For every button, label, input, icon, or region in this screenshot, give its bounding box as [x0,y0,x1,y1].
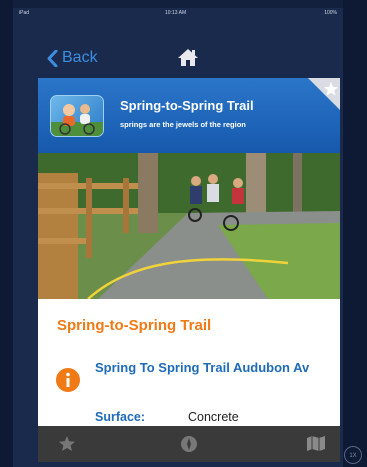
status-time: 10:13 AM [165,10,187,16]
navigation-bar: Back [13,36,343,80]
favorite-button[interactable] [308,78,340,110]
header-subtitle: springs are the jewels of the region [120,120,246,129]
status-bar: iPad 10:13 AM 100% [13,8,343,20]
status-carrier: iPad [19,10,30,16]
home-icon [178,49,198,66]
trail-card: Spring-to-Spring Trail springs are the j… [38,78,340,426]
zoom-badge[interactable]: 1X [344,446,362,464]
back-button[interactable]: Back [47,49,98,67]
map-icon [307,436,325,451]
trail-header: Spring-to-Spring Trail springs are the j… [38,78,340,153]
device-bezel-left [0,0,13,467]
trail-details: Spring-to-Spring Trail Spring To Spring … [38,299,340,426]
back-chevron-icon [47,49,58,67]
tab-bar [38,426,340,462]
trail-photo [38,153,340,299]
status-battery: 100% [324,10,337,16]
star-icon [308,78,340,110]
surface-label: Surface: [95,410,146,424]
header-title: Spring-to-Spring Trail [120,98,254,113]
star-icon [59,436,75,451]
tab-map[interactable] [306,435,326,457]
home-button[interactable] [177,48,199,72]
app-screen: iPad 10:13 AM 100% Back Spring-to-Spring… [13,8,343,467]
tab-favorites[interactable] [58,435,76,458]
tab-explore[interactable] [180,435,198,458]
info-icon [56,368,80,392]
surface-value: Concrete [188,410,239,424]
compass-icon [181,436,197,452]
trail-app-icon [50,95,104,137]
trail-name: Spring-to-Spring Trail [57,317,212,334]
back-button-label: Back [62,49,98,66]
device-bezel-right [343,0,367,467]
trail-address[interactable]: Spring To Spring Trail Audubon Av [95,359,325,376]
